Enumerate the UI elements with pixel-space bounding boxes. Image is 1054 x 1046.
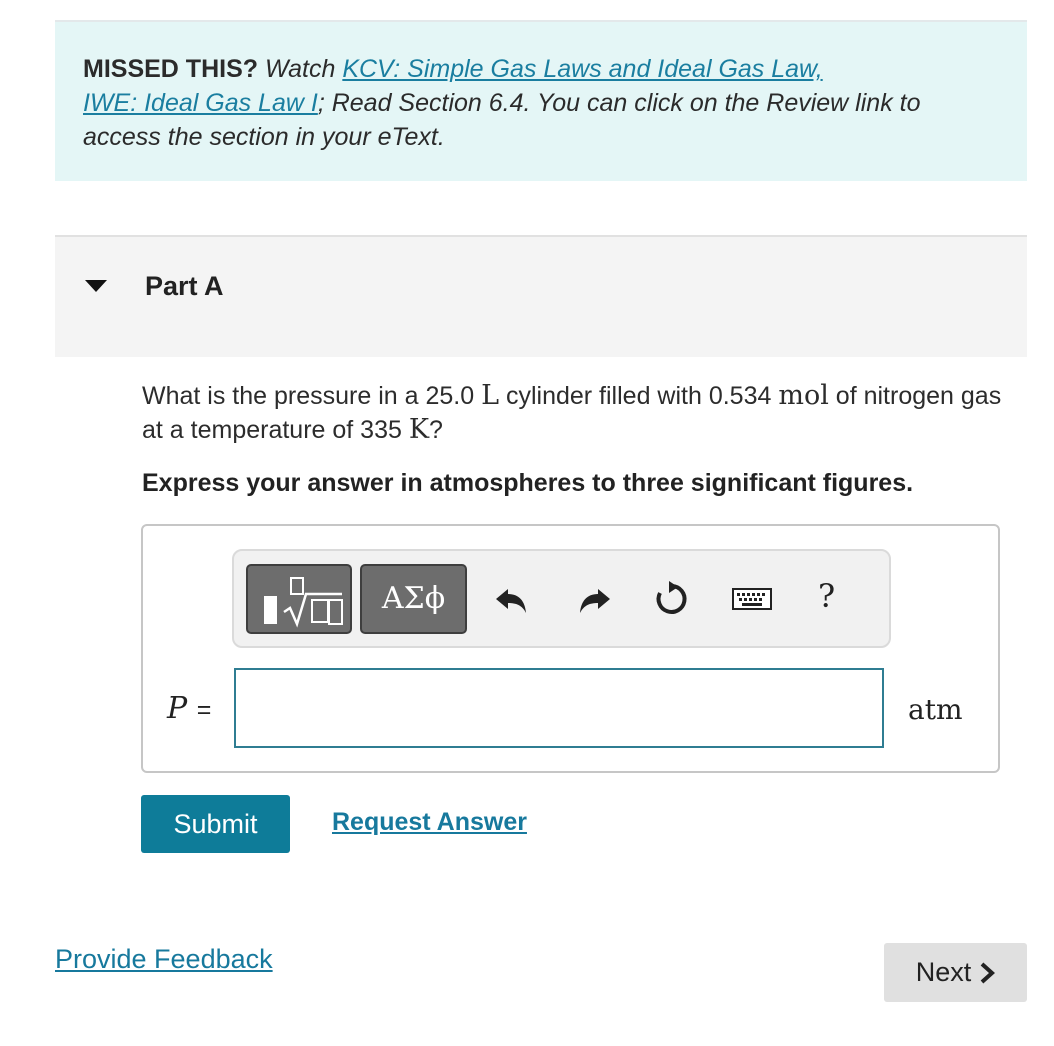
undo-icon[interactable] (492, 579, 532, 619)
answer-unit: atm (908, 693, 963, 726)
request-answer-link[interactable]: Request Answer (332, 808, 527, 837)
iwe-video-link[interactable]: IWE: Ideal Gas Law I (83, 89, 318, 117)
part-title: Part A (145, 271, 224, 301)
unit-liters: L (481, 380, 500, 411)
sqrt-template-icon (283, 577, 343, 628)
missed-this-banner: MISSED THIS? Watch KCV: Simple Gas Laws … (55, 20, 1027, 181)
templates-button[interactable] (246, 564, 352, 634)
provide-feedback-link[interactable]: Provide Feedback (55, 944, 273, 975)
answer-instruction: Express your answer in atmospheres to th… (142, 469, 914, 497)
unit-kelvin: K (408, 414, 430, 445)
next-button[interactable]: Next (884, 943, 1027, 1002)
part-a-header[interactable]: Part A (55, 235, 1027, 357)
question-part: cylinder filled with 0.534 (505, 382, 772, 410)
variable-symbol: P (167, 691, 188, 726)
missed-this-label: MISSED THIS? (83, 55, 259, 83)
help-icon[interactable]: ? (818, 577, 835, 615)
chevron-right-icon (980, 962, 996, 983)
answer-panel: ΑΣϕ ? P = atm (141, 524, 1000, 773)
reset-icon[interactable] (651, 579, 691, 619)
question-mark: ? (429, 416, 443, 444)
equals-sign: = (196, 696, 212, 724)
answer-variable-label: P = (167, 691, 211, 726)
keyboard-icon[interactable] (730, 579, 774, 619)
collapse-triangle-icon[interactable] (85, 280, 107, 292)
unit-mol: mol (778, 380, 829, 411)
redo-icon[interactable] (574, 579, 614, 619)
question-part: What is the pressure in a 25.0 (142, 382, 475, 410)
next-label: Next (915, 957, 972, 987)
watch-text: Watch (264, 55, 336, 83)
kcv-video-link[interactable]: KCV: Simple Gas Laws and Ideal Gas Law, (342, 55, 822, 83)
math-toolbar: ΑΣϕ ? (232, 549, 891, 648)
answer-input[interactable] (234, 668, 884, 748)
template-block-icon (264, 596, 277, 624)
greek-symbols-button[interactable]: ΑΣϕ (360, 564, 467, 634)
question-text: What is the pressure in a 25.0 L cylinde… (142, 379, 1002, 447)
submit-button[interactable]: Submit (141, 795, 290, 853)
